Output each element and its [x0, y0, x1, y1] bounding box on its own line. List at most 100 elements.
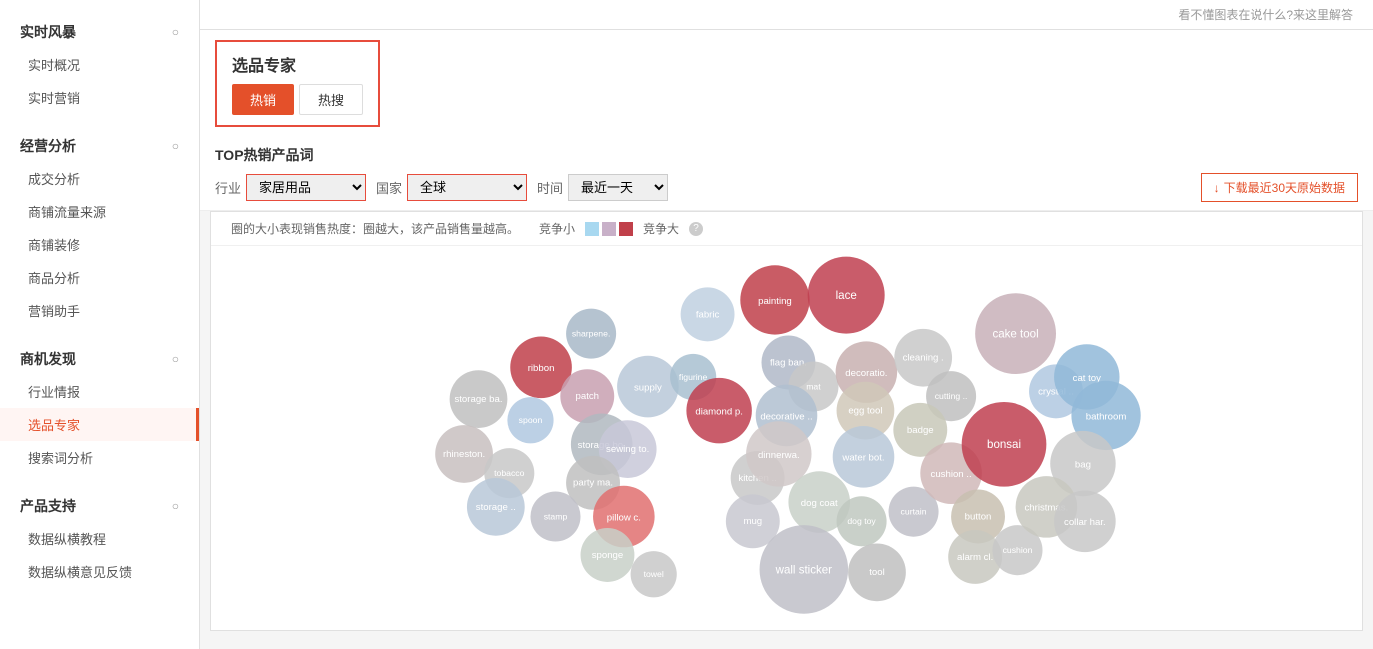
bubble-supply[interactable]: supply: [617, 356, 679, 418]
bubble-bonsai[interactable]: bonsai: [962, 402, 1047, 487]
sidebar-item-tutorial[interactable]: 数据纵横教程: [0, 522, 199, 555]
bubble-label: water bot.: [841, 453, 884, 464]
sidebar: 实时风暴 ○ 实时概况 实时营销 经营分析 ○ 成交分析 商铺流量来源 商铺装修…: [0, 0, 200, 649]
bubble-label: patch: [576, 391, 600, 402]
filter-time: 时间 最近一天: [537, 174, 668, 201]
sidebar-item-traffic[interactable]: 商铺流量来源: [0, 195, 199, 228]
bubble-lace[interactable]: lace: [808, 257, 885, 334]
bubble-storage_..[interactable]: storage ..: [467, 478, 525, 536]
bubble-collar_har.[interactable]: collar har.: [1054, 491, 1116, 553]
bubble-label: cake tool: [992, 328, 1038, 340]
bubble-label: lace: [836, 290, 857, 302]
collapse-icon[interactable]: ○: [172, 25, 179, 39]
bubble-label: figurine: [679, 372, 708, 382]
filter-country: 国家 全球: [376, 174, 527, 201]
bubble-label: towel: [644, 569, 664, 579]
filter-industry: 行业 家居用品: [215, 174, 366, 201]
bubble-svg: ribbonsharpene.patchsupplystorage ba.spo…: [211, 247, 1362, 631]
sidebar-item-feedback[interactable]: 数据纵横意见反馈: [0, 555, 199, 588]
bubble-label: painting: [758, 296, 792, 307]
bubble-label: collar har.: [1064, 517, 1106, 528]
download-label: 下载最近30天原始数据: [1224, 179, 1345, 196]
sidebar-section-label: 商机发现: [20, 349, 76, 369]
sidebar-item-realtime-marketing[interactable]: 实时营销: [0, 81, 199, 114]
sidebar-section-opportunity: 商机发现 ○ 行业情报 选品专家 搜索词分析: [0, 337, 199, 474]
download-icon: ↓: [1214, 181, 1220, 195]
sidebar-item-industry[interactable]: 行业情报: [0, 375, 199, 408]
bubble-water_bot.[interactable]: water bot.: [833, 426, 895, 488]
collapse-icon[interactable]: ○: [172, 139, 179, 153]
bubble-sponge[interactable]: sponge: [581, 528, 635, 582]
bubble-towel[interactable]: towel: [631, 551, 677, 597]
filter-industry-label: 行业: [215, 178, 241, 197]
bubble-label: tobacco: [494, 468, 525, 478]
bubble-label: cutting ..: [935, 391, 968, 401]
sidebar-item-marketing[interactable]: 营销助手: [0, 294, 199, 327]
main-content: 看不懂图表在说什么?来这里解答 选品专家 热销 热搜 TOP热销产品词 行业 家…: [200, 0, 1373, 649]
bubble-label: party ma.: [573, 478, 613, 489]
bubble-label: dog coat: [801, 498, 838, 509]
bubble-label: tool: [869, 567, 884, 578]
bubble-storage_ba.[interactable]: storage ba.: [450, 370, 508, 428]
bubble-tool[interactable]: tool: [848, 543, 906, 601]
sidebar-item-decoration[interactable]: 商铺装修: [0, 228, 199, 261]
bubble-spoon[interactable]: spoon: [507, 397, 553, 443]
bubble-label: diamond p.: [695, 406, 743, 417]
bubble-label: curtain: [901, 507, 927, 517]
tab-hot-search[interactable]: 热搜: [299, 84, 363, 115]
sidebar-section-support: 产品支持 ○ 数据纵横教程 数据纵横意见反馈: [0, 484, 199, 588]
bubble-label: cushion: [1003, 545, 1033, 555]
tab-hot-sale[interactable]: 热销: [232, 84, 294, 115]
bubble-label: sewing to.: [606, 444, 649, 455]
competition-label-left: 竞争小: [539, 220, 575, 237]
panel-title: 选品专家: [232, 52, 363, 76]
bubble-dog_toy[interactable]: dog toy: [837, 496, 887, 546]
sidebar-section-business: 经营分析 ○ 成交分析 商铺流量来源 商铺装修 商品分析 营销助手: [0, 124, 199, 327]
legend-mid-competition: [602, 222, 616, 236]
sidebar-item-transaction[interactable]: 成交分析: [0, 162, 199, 195]
bubble-label: egg tool: [848, 406, 882, 417]
tab-group: 热销 热搜: [232, 84, 363, 115]
bubble-label: wall sticker: [775, 564, 833, 576]
bubble-label: bathroom: [1086, 411, 1127, 422]
legend-colors: [585, 222, 633, 236]
bubble-rhineston.[interactable]: rhineston.: [435, 425, 493, 483]
bubble-fabric[interactable]: fabric: [681, 287, 735, 341]
download-button[interactable]: ↓ 下载最近30天原始数据: [1201, 173, 1358, 202]
bubble-label: pillow c.: [607, 512, 641, 523]
sidebar-item-product[interactable]: 商品分析: [0, 261, 199, 294]
bubble-label: decorative ..: [760, 411, 812, 422]
sidebar-section-realtime: 实时风暴 ○ 实时概况 实时营销: [0, 10, 199, 114]
collapse-icon[interactable]: ○: [172, 499, 179, 513]
bubble-label: mat: [806, 381, 821, 391]
bubble-sharpene.[interactable]: sharpene.: [566, 309, 616, 359]
bubble-label: stamp: [544, 511, 568, 521]
bubble-label: mug: [743, 516, 762, 527]
bubble-label: button: [965, 511, 992, 522]
filter-time-select[interactable]: 最近一天: [568, 174, 668, 201]
sidebar-item-search-analysis[interactable]: 搜索词分析: [0, 441, 199, 474]
bubble-label: fabric: [696, 309, 720, 320]
sidebar-section-label: 经营分析: [20, 136, 76, 156]
bubble-cake_tool[interactable]: cake tool: [975, 293, 1056, 374]
bubble-label: supply: [634, 382, 662, 393]
top-bar: 看不懂图表在说什么?来这里解答: [200, 0, 1373, 30]
bubble-label: storage ba.: [454, 394, 502, 405]
bubble-label: bonsai: [987, 439, 1021, 451]
sidebar-item-realtime-overview[interactable]: 实时概况: [0, 48, 199, 81]
bubble-label: dinnerwa.: [758, 450, 800, 461]
bubble-label: badge: [907, 425, 934, 436]
collapse-icon[interactable]: ○: [172, 352, 179, 366]
bubble-wall_sticker[interactable]: wall sticker: [760, 525, 849, 614]
filter-country-select[interactable]: 全球: [407, 174, 527, 201]
help-icon[interactable]: ?: [689, 222, 703, 236]
filter-industry-select[interactable]: 家居用品: [246, 174, 366, 201]
filter-section-title: TOP热销产品词: [215, 145, 1358, 165]
sidebar-item-product-expert[interactable]: 选品专家: [0, 408, 199, 441]
help-text[interactable]: 看不懂图表在说什么?来这里解答: [1178, 6, 1353, 23]
bubble-stamp[interactable]: stamp: [530, 491, 580, 541]
bubble-label: bag: [1075, 459, 1091, 470]
bubble-label: dog toy: [847, 516, 876, 526]
bubble-diamond_p.[interactable]: diamond p.: [686, 378, 751, 443]
bubble-painting[interactable]: painting: [740, 265, 809, 334]
